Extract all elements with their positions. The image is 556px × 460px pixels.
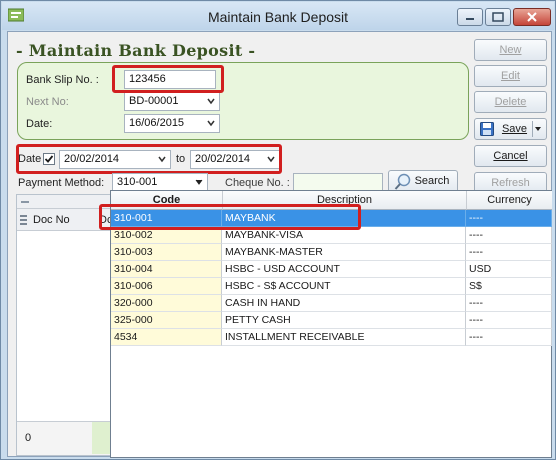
- cell-currency: USD: [466, 261, 552, 278]
- cell-description: INSTALLMENT RECEIVABLE: [222, 329, 466, 346]
- payment-method-label: Payment Method:: [18, 177, 105, 189]
- date-label: Date:: [26, 118, 53, 130]
- cancel-button-label: Cancel: [493, 150, 528, 162]
- form-heading: - Maintain Bank Deposit -: [16, 41, 256, 60]
- chevron-down-icon: [207, 120, 215, 127]
- dropdown-row[interactable]: 4534 INSTALLMENT RECEIVABLE ----: [111, 329, 552, 346]
- date-picker[interactable]: 16/06/2015: [124, 114, 220, 133]
- close-button[interactable]: [513, 8, 551, 26]
- maximize-icon: [492, 12, 504, 22]
- grid-footer: 0: [17, 421, 112, 455]
- cell-currency: ----: [466, 312, 552, 329]
- dropdown-row[interactable]: 310-006 HSBC - S$ ACCOUNT S$: [111, 278, 552, 295]
- search-icon: [394, 173, 411, 190]
- save-dropdown-icon[interactable]: [532, 119, 544, 139]
- edit-button[interactable]: Edit: [474, 65, 547, 87]
- edit-button-label: Edit: [501, 70, 520, 82]
- collapse-icon[interactable]: [20, 198, 30, 206]
- close-icon: [527, 12, 537, 22]
- deposit-header-panel: Bank Slip No. : 123456 Next No: BD-00001…: [17, 62, 469, 140]
- record-count: 0: [25, 432, 32, 444]
- cell-currency: S$: [466, 278, 552, 295]
- cell-description: PETTY CASH: [222, 312, 466, 329]
- bank-slip-highlight: [112, 65, 224, 93]
- cell-code: 310-004: [111, 261, 222, 278]
- dropdown-row[interactable]: 325-000 PETTY CASH ----: [111, 312, 552, 329]
- dropdown-row[interactable]: 310-004 HSBC - USD ACCOUNT USD: [111, 261, 552, 278]
- save-button[interactable]: Save: [474, 118, 547, 140]
- cell-code: 325-000: [111, 312, 222, 329]
- chevron-down-icon: [207, 98, 215, 105]
- maximize-button[interactable]: [485, 8, 511, 26]
- cell-code: 310-003: [111, 244, 222, 261]
- delete-button-label: Delete: [494, 96, 527, 108]
- save-button-label: Save: [501, 123, 528, 135]
- col-currency-header[interactable]: Currency: [466, 191, 552, 210]
- cell-currency: ----: [466, 210, 552, 227]
- next-no-value: BD-00001: [129, 95, 179, 107]
- date-filter-highlight: [16, 144, 282, 174]
- cell-currency: ----: [466, 295, 552, 312]
- cell-currency: ----: [466, 329, 552, 346]
- search-button-label: Search: [414, 175, 450, 187]
- dropdown-row[interactable]: 320-000 CASH IN HAND ----: [111, 295, 552, 312]
- delete-button[interactable]: Delete: [474, 91, 547, 113]
- next-no-label: Next No:: [26, 96, 69, 108]
- date-value: 16/06/2015: [129, 117, 185, 129]
- payment-method-value: 310-001: [117, 176, 158, 188]
- cheque-no-label: Cheque No. :: [225, 177, 290, 189]
- col-doc-no[interactable]: Doc No: [33, 214, 70, 226]
- minimize-icon: [466, 18, 474, 20]
- cell-description: MAYBANK-MASTER: [222, 244, 466, 261]
- deposit-list-grid[interactable]: Doc No Dc 0: [16, 194, 113, 456]
- cancel-button[interactable]: Cancel: [474, 145, 547, 167]
- grid-toolbar: [17, 195, 112, 209]
- selected-row-highlight: [99, 204, 361, 230]
- floppy-disk-icon: [480, 122, 494, 136]
- cell-code: 4534: [111, 329, 222, 346]
- minimize-button[interactable]: [457, 8, 483, 26]
- new-button[interactable]: New: [474, 39, 547, 61]
- dropdown-row[interactable]: 310-003 MAYBANK-MASTER ----: [111, 244, 552, 261]
- cell-description: HSBC - USD ACCOUNT: [222, 261, 466, 278]
- footer-green-cell: [92, 422, 112, 454]
- grid-column-headers: Doc No Dc: [17, 209, 112, 231]
- cell-description: CASH IN HAND: [222, 295, 466, 312]
- cell-description: HSBC - S$ ACCOUNT: [222, 278, 466, 295]
- cell-code: 310-006: [111, 278, 222, 295]
- cell-currency: ----: [466, 244, 552, 261]
- cell-currency: ----: [466, 227, 552, 244]
- refresh-button-label: Refresh: [491, 177, 530, 189]
- title-bar[interactable]: Maintain Bank Deposit: [2, 2, 554, 30]
- grid-menu-icon[interactable]: [20, 215, 28, 225]
- chevron-down-icon: [195, 179, 203, 185]
- payment-method-dropdown[interactable]: Code Description Currency 310-001 MAYBANK…: [110, 190, 552, 458]
- next-no-select[interactable]: BD-00001: [124, 92, 220, 111]
- new-button-label: New: [499, 44, 522, 56]
- bank-slip-label: Bank Slip No. :: [26, 74, 99, 86]
- cell-code: 320-000: [111, 295, 222, 312]
